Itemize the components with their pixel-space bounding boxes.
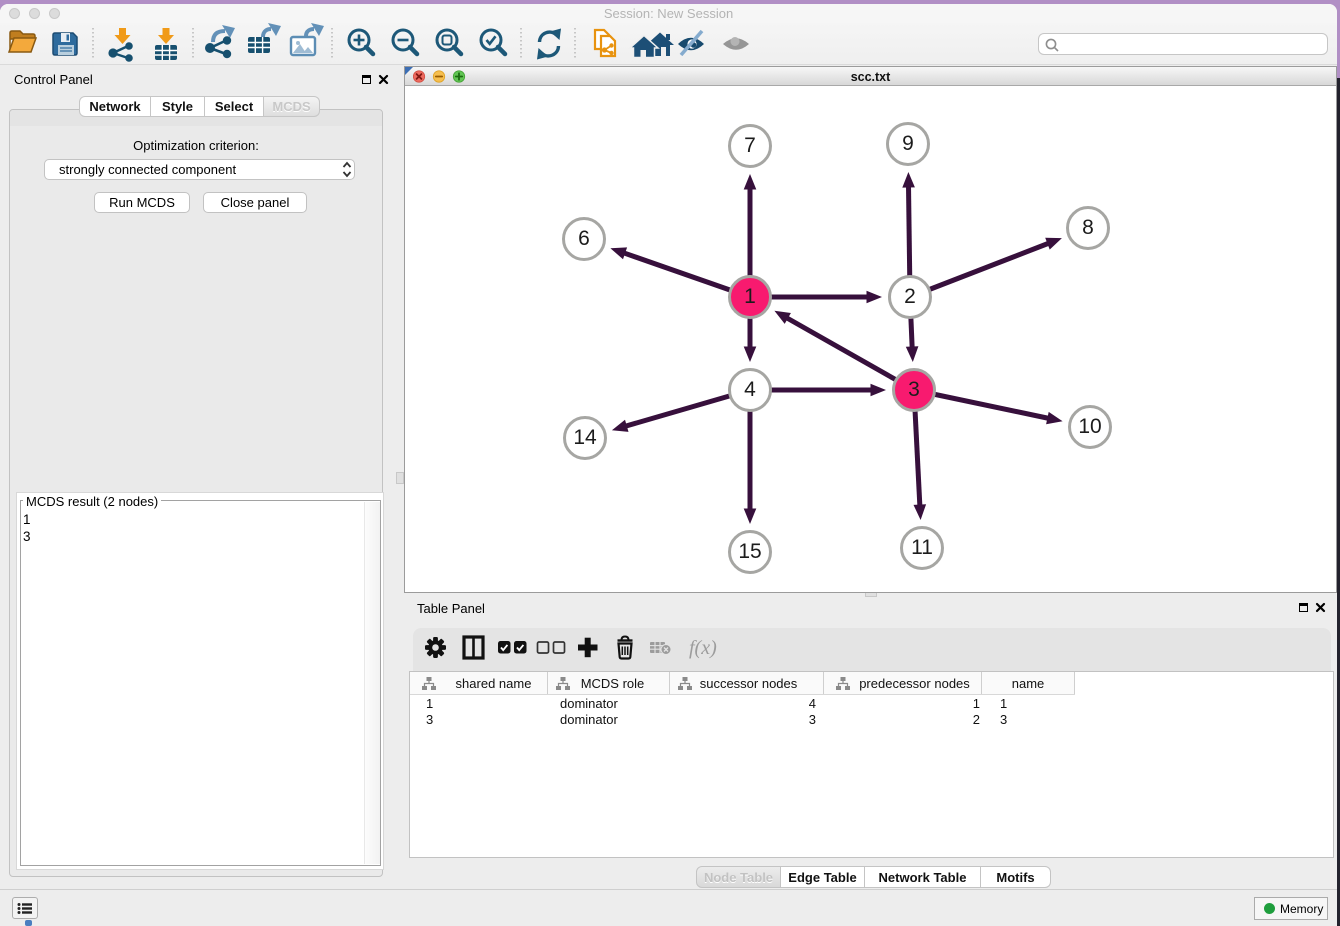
svg-text:f(x): f(x) [689,637,717,659]
